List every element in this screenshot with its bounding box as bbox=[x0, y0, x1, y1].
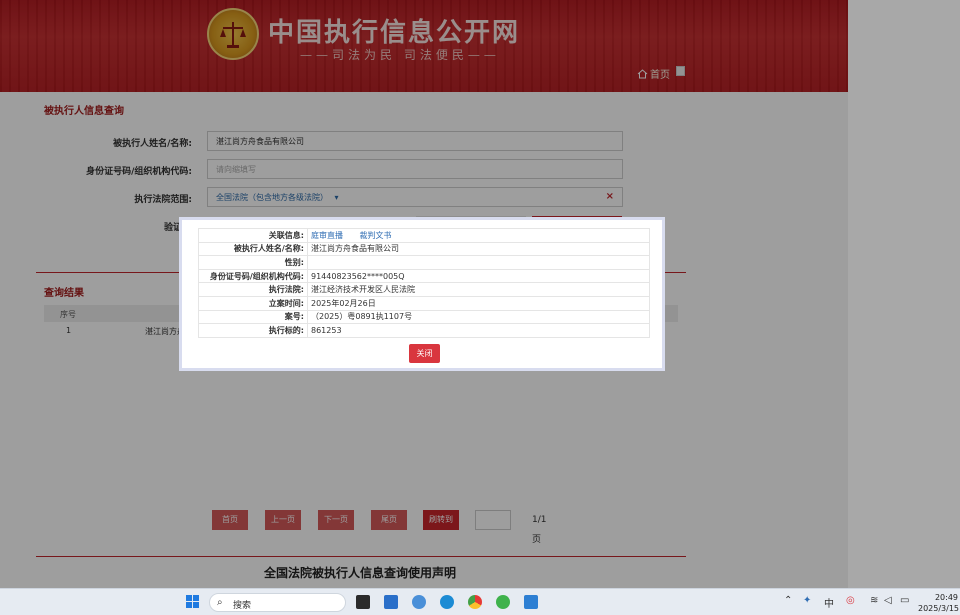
search-icon: ⌕ bbox=[217, 597, 223, 608]
windows-start-icon[interactable] bbox=[186, 595, 200, 609]
volume-icon[interactable]: ◁ bbox=[884, 595, 892, 606]
taskbar-search-label: 搜索 bbox=[233, 601, 252, 611]
clock-time: 20:49 bbox=[934, 593, 958, 602]
edge-icon[interactable] bbox=[440, 595, 454, 609]
edge-beta-icon[interactable] bbox=[496, 595, 510, 609]
court-value: 湛江经济技术开发区人民法院 bbox=[307, 282, 650, 297]
related-info-label: 关联信息: bbox=[198, 228, 308, 243]
filing-date-label: 立案时间: bbox=[198, 295, 308, 311]
chrome-icon[interactable] bbox=[468, 595, 482, 609]
gender-value bbox=[307, 255, 650, 270]
clock-date: 2025/3/15 bbox=[918, 604, 960, 613]
store-icon[interactable] bbox=[384, 595, 398, 609]
court-label: 执行法院: bbox=[198, 282, 308, 297]
amount-value: 861253 bbox=[307, 323, 650, 338]
bluetooth-icon[interactable]: ✦ bbox=[803, 595, 811, 606]
filing-date-value: 2025年02月26日 bbox=[307, 295, 650, 311]
detail-row-related: 关联信息: 庭审直播 裁判文书 bbox=[198, 228, 650, 243]
ime-indicator[interactable]: 中 bbox=[824, 595, 834, 610]
judgment-doc-link[interactable]: 裁判文书 bbox=[360, 231, 392, 240]
detail-table: 关联信息: 庭审直播 裁判文书 被执行人姓名/名称: 湛江尚方舟食品有限公司 性… bbox=[198, 228, 650, 338]
id-code-value: 91440823562****005Q bbox=[307, 268, 650, 284]
battery-icon[interactable]: ▭ bbox=[900, 595, 909, 606]
case-number-value: （2025）粤0891执1107号 bbox=[307, 309, 650, 325]
taskbar: ⌕ 搜索 ⌃ ✦ 中 ◎ ≋ ◁ ▭ 20:49 2025/3/15 bbox=[0, 588, 960, 615]
detail-row-date: 立案时间: 2025年02月26日 bbox=[198, 295, 650, 311]
name-label: 被执行人姓名/名称: bbox=[198, 241, 308, 257]
amount-label: 执行标的: bbox=[198, 323, 308, 338]
gender-label: 性别: bbox=[198, 255, 308, 270]
browser-icon[interactable] bbox=[412, 595, 426, 609]
taskbar-search[interactable]: ⌕ 搜索 bbox=[209, 593, 346, 612]
wifi-icon[interactable]: ≋ bbox=[870, 595, 878, 606]
chevron-up-icon[interactable]: ⌃ bbox=[784, 595, 792, 606]
detail-row-gender: 性别: bbox=[198, 255, 650, 270]
close-button[interactable]: 关闭 bbox=[409, 344, 440, 363]
id-code-label: 身份证号码/组织机构代码: bbox=[198, 268, 308, 284]
detail-row-court: 执行法院: 湛江经济技术开发区人民法院 bbox=[198, 282, 650, 297]
system-clock[interactable]: 20:49 2025/3/15 bbox=[918, 592, 960, 614]
app-icon[interactable] bbox=[524, 595, 538, 609]
trial-live-link[interactable]: 庭审直播 bbox=[311, 231, 343, 240]
case-number-label: 案号: bbox=[198, 309, 308, 325]
detail-row-case: 案号: （2025）粤0891执1107号 bbox=[198, 309, 650, 325]
detail-row-name: 被执行人姓名/名称: 湛江尚方舟食品有限公司 bbox=[198, 241, 650, 257]
detail-row-amount: 执行标的: 861253 bbox=[198, 323, 650, 338]
detail-row-id: 身份证号码/组织机构代码: 91440823562****005Q bbox=[198, 268, 650, 284]
task-view-icon[interactable] bbox=[356, 595, 370, 609]
name-value: 湛江尚方舟食品有限公司 bbox=[307, 241, 650, 257]
page-gutter bbox=[848, 0, 960, 588]
security-icon[interactable]: ◎ bbox=[846, 595, 855, 606]
detail-modal: 关联信息: 庭审直播 裁判文书 被执行人姓名/名称: 湛江尚方舟食品有限公司 性… bbox=[179, 217, 665, 371]
